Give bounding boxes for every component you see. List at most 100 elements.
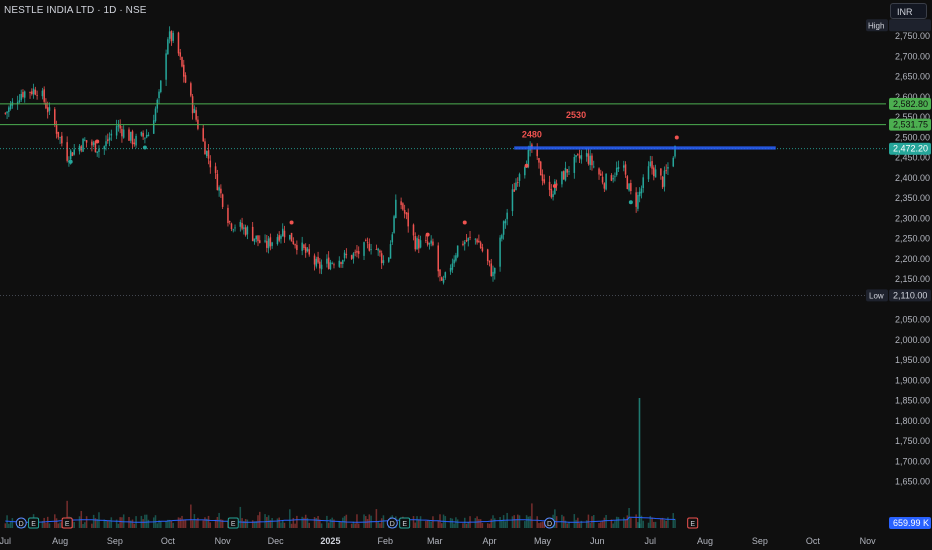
candle-body bbox=[518, 174, 521, 181]
signal-marker bbox=[552, 184, 557, 189]
candle-body bbox=[140, 132, 143, 136]
volume-bar bbox=[128, 517, 130, 528]
event-marker-label: D bbox=[390, 521, 395, 528]
candle-body bbox=[131, 131, 134, 145]
candle-body bbox=[167, 39, 169, 54]
candle-body bbox=[253, 238, 256, 242]
candle-body bbox=[600, 173, 602, 176]
volume-bar bbox=[518, 515, 521, 528]
volume-bar bbox=[327, 522, 330, 528]
volume-bar bbox=[179, 517, 182, 528]
volume-bar bbox=[165, 521, 167, 528]
candle-body bbox=[326, 258, 328, 264]
candle-body bbox=[154, 108, 157, 122]
volume-bar bbox=[117, 523, 120, 528]
volume-bar bbox=[603, 517, 606, 528]
volume-bar bbox=[283, 522, 286, 528]
volume-bar bbox=[239, 506, 242, 528]
volume-bar bbox=[529, 516, 531, 528]
volume-bar bbox=[617, 517, 620, 528]
volume-bar bbox=[131, 519, 134, 528]
candle-body bbox=[354, 251, 356, 253]
signal-marker bbox=[95, 139, 100, 144]
volume-bar bbox=[251, 520, 254, 528]
candle-body bbox=[204, 141, 206, 155]
candle-body bbox=[357, 251, 360, 254]
volume-bar bbox=[623, 517, 625, 528]
candle-body bbox=[66, 142, 68, 161]
candle-body bbox=[439, 269, 441, 276]
candle-body bbox=[539, 161, 542, 176]
volume-bar bbox=[152, 517, 155, 528]
candle-body bbox=[667, 167, 669, 169]
candle-body bbox=[630, 183, 632, 192]
volume-bar bbox=[455, 517, 457, 528]
candle-body bbox=[541, 174, 544, 181]
low-tag-label: Low bbox=[869, 291, 884, 300]
candle-body bbox=[449, 267, 452, 272]
volume-bar bbox=[147, 519, 150, 528]
candle-body bbox=[389, 244, 392, 259]
candle-body bbox=[54, 109, 56, 125]
volume-bar bbox=[504, 521, 507, 528]
candle-body bbox=[377, 248, 379, 251]
volume-bar bbox=[478, 519, 480, 528]
y-tick-label: 1,900.00 bbox=[895, 375, 930, 385]
price-chart[interactable]: 2480 2530 2,750.002,700.002,650.002,600.0… bbox=[0, 0, 932, 550]
volume-bar bbox=[377, 522, 379, 528]
candle-body bbox=[524, 167, 526, 176]
volume-spike-bar bbox=[638, 398, 641, 528]
candle-body bbox=[227, 207, 229, 224]
volume-bar bbox=[382, 515, 385, 528]
x-tick-label: Sep bbox=[752, 536, 768, 546]
volume-bar bbox=[119, 517, 121, 528]
volume-bar bbox=[110, 517, 113, 528]
candle-body bbox=[640, 188, 643, 194]
volume-bar bbox=[642, 520, 644, 528]
candle-body bbox=[573, 156, 576, 173]
candle-body bbox=[453, 259, 455, 264]
volume-bar bbox=[653, 521, 655, 528]
candle-body bbox=[283, 230, 286, 238]
candle-body bbox=[585, 153, 588, 157]
candle-body bbox=[313, 255, 316, 265]
candle-body bbox=[232, 229, 235, 231]
candle-body bbox=[269, 237, 272, 247]
volume-bar bbox=[585, 520, 588, 528]
volume-bar bbox=[258, 511, 261, 528]
volume-bar bbox=[575, 519, 577, 528]
volume-bar bbox=[85, 516, 88, 528]
candle-body bbox=[246, 226, 249, 235]
candle-body bbox=[257, 235, 259, 242]
candle-body bbox=[331, 263, 333, 264]
volume-bar bbox=[303, 517, 305, 528]
currency-button[interactable]: INR bbox=[890, 3, 927, 19]
volume-bar bbox=[304, 514, 307, 528]
volume-bar bbox=[501, 519, 503, 528]
volume-bar bbox=[84, 522, 86, 528]
candle-body bbox=[184, 75, 187, 83]
volume-bar bbox=[202, 520, 204, 528]
candle-body bbox=[129, 131, 132, 141]
candle-body bbox=[343, 252, 346, 259]
volume-bar bbox=[204, 517, 206, 528]
volume-bar bbox=[660, 518, 662, 528]
volume-bar bbox=[538, 523, 540, 528]
candle-body bbox=[365, 240, 367, 242]
volume-bar bbox=[612, 523, 614, 528]
candle-body bbox=[36, 95, 38, 96]
candle-body bbox=[158, 91, 160, 99]
candle-body bbox=[407, 212, 409, 227]
candle-body bbox=[345, 254, 348, 256]
candle-body bbox=[234, 227, 236, 229]
candle-body bbox=[626, 176, 629, 189]
volume-bar bbox=[663, 520, 666, 528]
volume-bar bbox=[494, 518, 496, 528]
candle-body bbox=[9, 104, 12, 110]
candle-body bbox=[92, 142, 95, 145]
volume-bar bbox=[573, 514, 576, 528]
candle-body bbox=[623, 165, 625, 168]
volume-bar bbox=[379, 523, 381, 528]
volume-bar bbox=[144, 514, 146, 528]
candle-body bbox=[61, 135, 63, 144]
